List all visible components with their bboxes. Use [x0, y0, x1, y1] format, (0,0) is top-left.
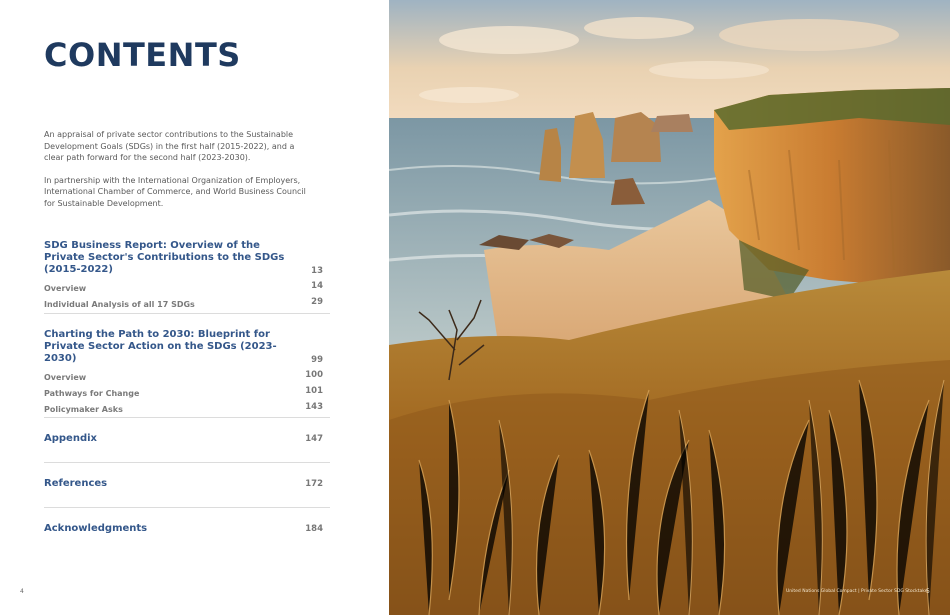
toc-section-title[interactable]: Appendix: [44, 431, 294, 447]
intro-paragraph-1: An appraisal of private sector contribut…: [44, 130, 295, 162]
toc-entry-references[interactable]: References 172: [44, 476, 330, 492]
toc-entry-sdg-business-report[interactable]: SDG Business Report: Overview of the Pri…: [44, 240, 330, 276]
coastline-photo: [389, 0, 950, 615]
toc-item-label[interactable]: Overview: [44, 373, 86, 382]
toc-section-title[interactable]: Acknowledgments: [44, 521, 294, 537]
toc-item-pathways-for-change[interactable]: Pathways for Change 101: [44, 383, 330, 399]
cloud: [649, 61, 769, 79]
page-number-right: 5: [926, 588, 930, 595]
toc-page-number: 13: [311, 266, 323, 276]
cloud: [584, 17, 694, 39]
divider: [44, 462, 330, 463]
toc-entry-charting-the-path[interactable]: Charting the Path to 2030: Blueprint for…: [44, 329, 330, 365]
toc-item-overview[interactable]: Overview 14: [44, 278, 330, 294]
toc-item-label[interactable]: Individual Analysis of all 17 SDGs: [44, 300, 195, 309]
divider: [44, 507, 330, 508]
cloud: [719, 19, 899, 51]
toc-section-title[interactable]: References: [44, 476, 294, 492]
page-number-left: 4: [20, 588, 24, 595]
toc-item-label[interactable]: Overview: [44, 284, 86, 293]
toc-item-label[interactable]: Pathways for Change: [44, 389, 139, 398]
toc-entry-appendix[interactable]: Appendix 147: [44, 431, 330, 447]
rock-stack: [651, 114, 693, 132]
page-title: CONTENTS: [44, 36, 241, 74]
left-page: CONTENTS An appraisal of private sector …: [0, 0, 389, 615]
toc-page-number: 143: [305, 402, 323, 412]
toc-entry-acknowledgments[interactable]: Acknowledgments 184: [44, 521, 330, 537]
cloud: [439, 26, 579, 54]
toc-page-number: 172: [305, 479, 323, 489]
intro-paragraph-2: In partnership with the International Or…: [44, 175, 306, 208]
intro-text: An appraisal of private sector contribut…: [44, 129, 314, 220]
toc-page-number: 29: [311, 297, 323, 307]
toc-section-1: SDG Business Report: Overview of the Pri…: [44, 240, 330, 310]
toc-page-number: 14: [311, 281, 323, 291]
toc-page-number: 100: [305, 370, 323, 380]
footer-text: United Nations Global Compact | Private …: [786, 589, 928, 594]
toc-item-overview[interactable]: Overview 100: [44, 367, 330, 383]
toc-item-policymaker-asks[interactable]: Policymaker Asks 143: [44, 399, 330, 415]
toc-page-number: 147: [305, 434, 323, 444]
toc-item-individual-analysis[interactable]: Individual Analysis of all 17 SDGs 29: [44, 294, 330, 310]
coastline-photo-art: [389, 0, 950, 615]
toc-page-number: 101: [305, 386, 323, 396]
toc-section-title[interactable]: Charting the Path to 2030: Blueprint for…: [44, 329, 294, 365]
toc-page-number: 99: [311, 355, 323, 365]
toc-item-label[interactable]: Policymaker Asks: [44, 405, 123, 414]
toc-page-number: 184: [305, 524, 323, 534]
divider: [44, 313, 330, 314]
toc-section-2: Charting the Path to 2030: Blueprint for…: [44, 329, 330, 415]
toc-section-title[interactable]: SDG Business Report: Overview of the Pri…: [44, 240, 294, 276]
cloud: [419, 87, 519, 103]
divider: [44, 417, 330, 418]
